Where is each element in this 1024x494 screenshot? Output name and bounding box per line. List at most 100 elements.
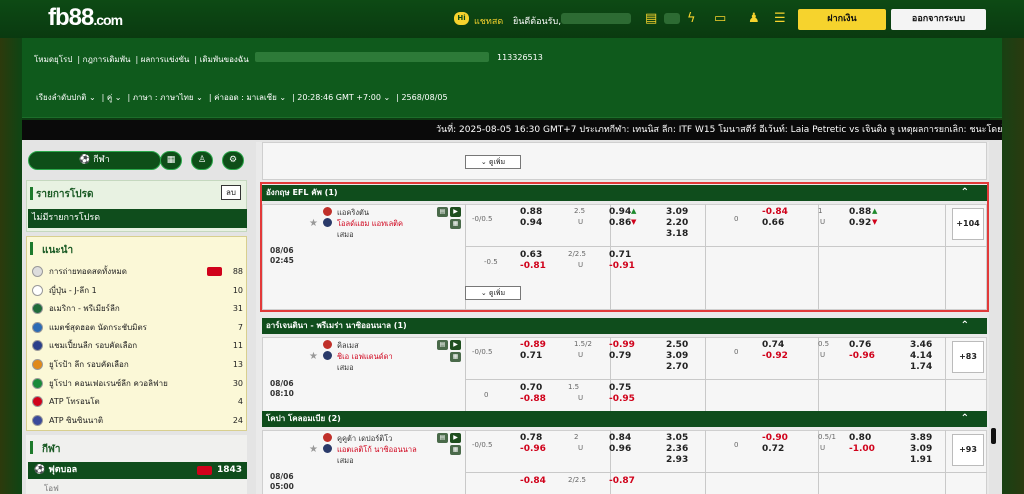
over-odds[interactable]: -0.87 bbox=[609, 476, 635, 486]
first-half-over-odds[interactable]: 0.80 bbox=[849, 433, 871, 443]
nav-link-results[interactable]: ผลการแข่งขัน bbox=[141, 55, 190, 64]
sports-button[interactable]: ⚽ กีฬา bbox=[28, 151, 161, 170]
sort-select[interactable]: เรียงลำดับปกติ ⌄ bbox=[36, 93, 96, 102]
league-header[interactable]: อาร์เจนตินา - พรีเมร่า นาซิออนนาล (1) ⌃ bbox=[262, 318, 987, 334]
under-label: U bbox=[820, 444, 826, 452]
collapse-icon[interactable]: ⌃ bbox=[961, 411, 969, 427]
calendar-icon[interactable]: ▦ bbox=[160, 151, 182, 170]
handicap-line: -0/0.5 bbox=[472, 441, 493, 449]
first-half-home-odds[interactable]: 0.74 bbox=[762, 340, 784, 350]
first-half-1x2-draw[interactable]: 1.74 bbox=[910, 362, 932, 372]
recommended-item-count: 30 bbox=[232, 378, 243, 388]
first-half-over-odds[interactable]: 0.76 bbox=[849, 340, 871, 350]
favorite-star-icon[interactable]: ★ bbox=[309, 351, 318, 362]
first-half-handicap: 0 bbox=[734, 441, 739, 449]
first-half-under-odds[interactable]: -0.96 bbox=[849, 351, 875, 361]
1x2-home[interactable]: 3.05 bbox=[666, 433, 688, 443]
settings-icon[interactable]: ⚙ bbox=[222, 151, 244, 170]
first-half-1x2-away[interactable]: 4.14 bbox=[910, 351, 932, 361]
league-header[interactable]: โคปา โคลอมเบีย (2) ⌃ bbox=[262, 411, 987, 427]
recommended-item[interactable]: แชมเปี้ยนลีก รอบคัดเลือก 11 bbox=[32, 337, 244, 354]
football-count: 1843 bbox=[216, 465, 242, 475]
first-half-away-odds[interactable]: 0.72 bbox=[762, 444, 784, 454]
over-odds[interactable]: -0.99 bbox=[609, 340, 635, 350]
away-odds[interactable]: -0.96 bbox=[520, 444, 546, 454]
odds-type-select[interactable]: ค่าออด : มาเลเซีย ⌄ bbox=[214, 93, 286, 102]
1x2-away[interactable]: 3.09 bbox=[666, 351, 688, 361]
pair-select[interactable]: คู่ ⌄ bbox=[107, 93, 122, 102]
nav-link-my-bets[interactable]: เดิมพันของฉัน bbox=[200, 55, 249, 64]
more-markets-button[interactable]: +83 bbox=[952, 341, 984, 373]
under-odds[interactable]: -0.95 bbox=[609, 394, 635, 404]
first-half-1x2-home[interactable]: 3.46 bbox=[910, 340, 932, 350]
column-divider bbox=[945, 430, 946, 494]
sport-football[interactable]: ⚽ ฟุตบอล 1843 bbox=[28, 462, 247, 479]
1x2-draw[interactable]: 2.93 bbox=[666, 455, 688, 465]
live-stream-icon[interactable]: ▶ bbox=[450, 340, 461, 350]
over-odds[interactable]: 0.84 bbox=[609, 433, 631, 443]
away-odds[interactable]: 0.71 bbox=[520, 351, 542, 361]
recommended-item[interactable]: ญี่ปุ่น - J-ลีก 1 10 bbox=[32, 282, 244, 299]
league-name: โคปา โคลอมเบีย (2) bbox=[266, 414, 341, 423]
away-odds[interactable]: -0.88 bbox=[520, 394, 546, 404]
match-info-icon[interactable]: ▦ bbox=[450, 445, 461, 455]
stats-icon[interactable]: ▤ bbox=[437, 340, 448, 350]
recommended-item[interactable]: ยูโรปา คอนเฟอเรนซ์ลีก ควอลิฟาย 30 bbox=[32, 375, 244, 392]
person-icon[interactable]: ♙ bbox=[191, 151, 213, 170]
recommended-item[interactable]: การถ่ายทอดสดทั้งหมด 88 bbox=[32, 263, 244, 280]
recommended-item-label: แชมเปี้ยนลีก รอบคัดเลือก bbox=[49, 341, 138, 351]
home-odds[interactable]: -0.84 bbox=[520, 476, 546, 486]
over-odds[interactable]: 0.75 bbox=[609, 383, 631, 393]
lightning-icon[interactable]: ϟ bbox=[687, 11, 696, 26]
first-half-home-odds[interactable]: -0.90 bbox=[762, 433, 788, 443]
balance-redacted bbox=[664, 13, 680, 24]
recommended-item[interactable]: ATP โทรอนโต 4 bbox=[32, 393, 244, 410]
more-markets-button[interactable]: +93 bbox=[952, 434, 984, 466]
home-odds[interactable]: 0.78 bbox=[520, 433, 542, 443]
wallet-icon[interactable]: ▤ bbox=[645, 11, 657, 26]
language-select[interactable]: ภาษา : ภาษาไทย ⌄ bbox=[133, 93, 203, 102]
first-half-1x2-away[interactable]: 3.09 bbox=[910, 444, 932, 454]
favorite-star-icon[interactable]: ★ bbox=[309, 444, 318, 455]
recommended-item-count: 31 bbox=[232, 304, 243, 314]
user-icon[interactable]: ♟ bbox=[748, 11, 760, 26]
logout-button[interactable]: ออกจากระบบ bbox=[891, 9, 986, 30]
1x2-draw[interactable]: 2.70 bbox=[666, 362, 688, 372]
nav-link-rules[interactable]: กฎการเดิมพัน bbox=[83, 55, 131, 64]
live-chat-link[interactable]: แชทสด bbox=[474, 14, 503, 28]
deposit-button[interactable]: ฝากเงิน bbox=[798, 9, 886, 30]
background-left bbox=[0, 38, 22, 494]
jackpot-icon[interactable]: ▭ bbox=[714, 11, 726, 26]
1x2-away[interactable]: 2.36 bbox=[666, 444, 688, 454]
home-odds[interactable]: -0.89 bbox=[520, 340, 546, 350]
first-half-1x2-draw[interactable]: 1.91 bbox=[910, 455, 932, 465]
stats-icon[interactable]: ▤ bbox=[437, 433, 448, 443]
1x2-home[interactable]: 2.50 bbox=[666, 340, 688, 350]
list-icon[interactable]: ☰ bbox=[774, 11, 786, 26]
favorites-delete-button[interactable]: ลบ bbox=[221, 185, 241, 200]
recommended-item[interactable]: อเมริกา - พรีเมียร์ลีก 31 bbox=[32, 300, 244, 317]
nav-links: โหมดยุโรป | กฎการเดิมพัน | ผลการแข่งขัน | เ… bbox=[34, 55, 249, 64]
match-info-icon[interactable]: ▦ bbox=[450, 352, 461, 362]
site-logo[interactable]: fb88.com bbox=[48, 4, 123, 32]
recommended-item[interactable]: แมตช์สุดฮอต นัดกระชับมิตร 7 bbox=[32, 319, 244, 336]
live-stream-icon[interactable]: ▶ bbox=[450, 433, 461, 443]
recommended-item[interactable]: ยูโรป้า ลีก รอบคัดเลือก 13 bbox=[32, 356, 244, 373]
football-label: ฟุตบอล bbox=[48, 465, 78, 475]
under-odds[interactable]: 0.79 bbox=[609, 351, 631, 361]
nav-link-european-mode[interactable]: โหมดยุโรป bbox=[34, 55, 72, 64]
home-odds[interactable]: 0.70 bbox=[520, 383, 542, 393]
collapse-icon[interactable]: ⌃ bbox=[961, 318, 969, 334]
sport-sub-item[interactable]: โอฟ bbox=[44, 482, 59, 494]
under-label: U bbox=[578, 444, 584, 452]
first-half-1x2-home[interactable]: 3.89 bbox=[910, 433, 932, 443]
clock-select[interactable]: 20:28:46 GMT +7:00 ⌄ bbox=[297, 93, 390, 102]
recommended-item[interactable]: ATP ซินซินนาติ 24 bbox=[32, 412, 244, 429]
first-half-away-odds[interactable]: -0.92 bbox=[762, 351, 788, 361]
scrollbar-thumb[interactable] bbox=[991, 428, 996, 444]
chat-icon[interactable]: Hi bbox=[454, 12, 469, 25]
show-more-button[interactable]: ⌄ ดูเพิ่ม bbox=[465, 155, 521, 169]
under-odds[interactable]: 0.96 bbox=[609, 444, 631, 454]
first-half-under-odds[interactable]: -1.00 bbox=[849, 444, 875, 454]
draw-label: เสมอ bbox=[337, 456, 354, 465]
